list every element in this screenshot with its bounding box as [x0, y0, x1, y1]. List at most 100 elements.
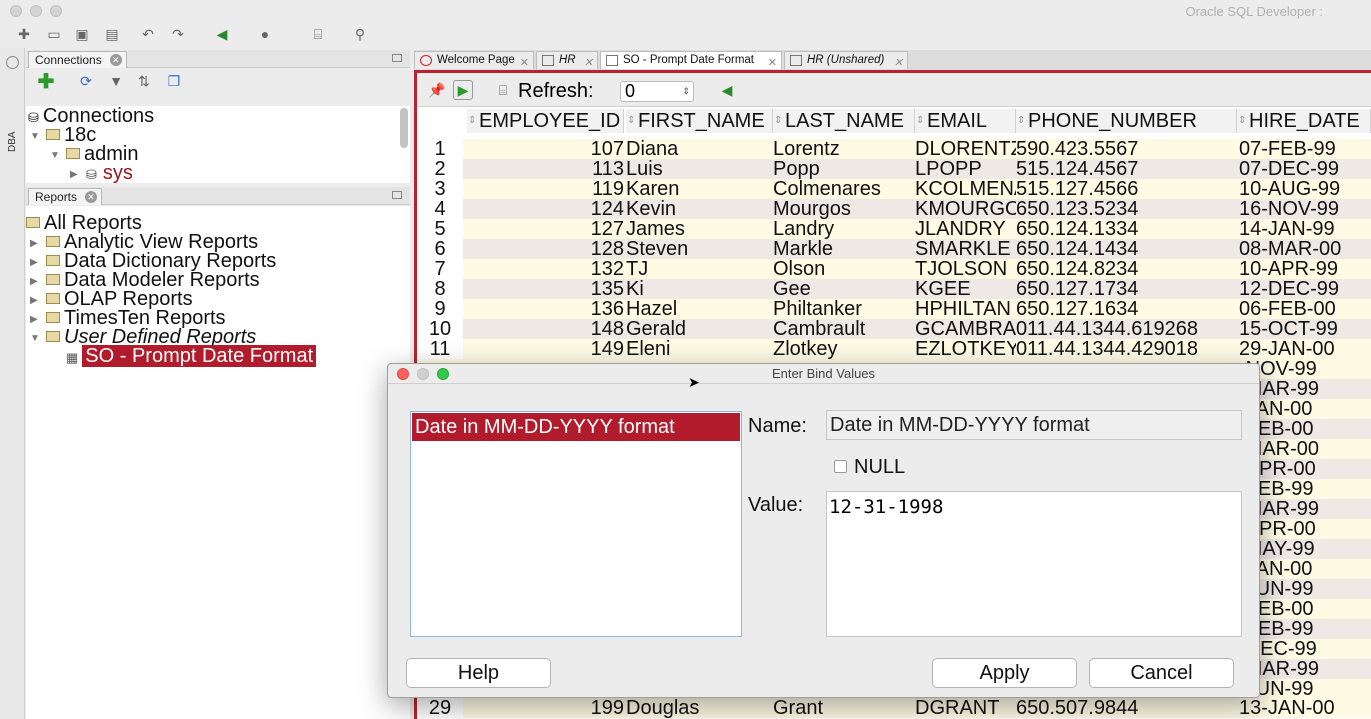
copy-icon[interactable]: ❐ — [164, 71, 184, 91]
minimize-window-button[interactable] — [30, 5, 42, 17]
chevron-right-icon[interactable]: ▶ — [30, 238, 38, 249]
chevron-right-icon[interactable]: ▶ — [30, 314, 38, 325]
chevron-down-icon[interactable]: ▼ — [30, 333, 40, 344]
forward-icon[interactable]: ● — [255, 24, 275, 44]
table-row[interactable]: 3 119Karen Colmenares KCOLMENA515.127.4566 1… — [417, 179, 1371, 199]
save-icon[interactable]: ▣ — [72, 24, 92, 44]
table-row[interactable]: 11 149 Eleni Zlotkey EZLOTKEY 011.44.1344.429… — [417, 339, 1371, 359]
navigate-icon[interactable]: ◀ — [717, 80, 737, 100]
minimize-panel-icon[interactable] — [392, 191, 402, 199]
table-cell: 149 — [590, 339, 624, 359]
column-header-hire-date[interactable]: HIRE_DATE — [1237, 109, 1371, 133]
close-window-button[interactable] — [10, 5, 22, 17]
cancel-button[interactable]: Cancel — [1089, 658, 1234, 688]
folder-icon — [46, 293, 60, 304]
enter-bind-values-dialog: Enter Bind Values Date in MM-DD-YYYY for… — [387, 363, 1260, 698]
chevron-right-icon[interactable]: ▶ — [70, 169, 78, 180]
table-cell: 515.124.4567 — [1016, 159, 1139, 179]
connections-tab[interactable]: Connections ✕ — [28, 51, 127, 68]
back-icon[interactable]: ◀ — [212, 24, 232, 44]
chevron-right-icon[interactable]: ▶ — [30, 257, 38, 268]
tab-hr-unshared[interactable]: HR (Unshared) ✕ — [784, 51, 908, 69]
close-icon[interactable]: ✕ — [768, 55, 777, 71]
null-checkbox[interactable] — [834, 460, 847, 473]
table-cell: EZLOTKEY — [915, 339, 1016, 359]
table-cell: Steven — [626, 239, 689, 259]
folder-icon — [66, 148, 80, 159]
refresh-interval-select[interactable]: 0 ⇕ — [620, 81, 694, 102]
table-row[interactable]: 10 148Gerald Cambrault GCAMBRAU011.44.1344.… — [417, 319, 1371, 339]
table-cell: DLORENTZ — [915, 139, 1016, 159]
tree-item-so-prompt-date-format[interactable]: ▦ SO - Prompt Date Format — [66, 345, 317, 367]
tab-welcome-page[interactable]: Welcome Page ✕ — [414, 51, 534, 69]
zoom-window-button[interactable] — [50, 5, 62, 17]
table-row[interactable]: 6 128 Steven Markle SMARKLE 650.124.1434 08-MA… — [417, 239, 1371, 259]
close-icon[interactable]: ✕ — [894, 55, 903, 71]
chevron-right-icon[interactable]: ▶ — [30, 276, 38, 287]
sql-worksheet-icon — [790, 55, 802, 66]
minimize-panel-icon[interactable] — [392, 54, 402, 62]
table-cell: 113 — [592, 159, 624, 179]
close-icon[interactable]: ✕ — [85, 191, 98, 203]
reports-tab[interactable]: Reports ✕ — [28, 188, 103, 205]
folder-icon — [46, 312, 60, 323]
add-connection-icon[interactable]: ✚ — [36, 71, 56, 93]
apply-button[interactable]: Apply — [932, 658, 1077, 688]
chevron-right-icon[interactable]: ▶ — [30, 295, 38, 306]
bind-variable-list[interactable]: Date in MM-DD-YYYY format — [410, 411, 742, 637]
close-icon[interactable]: ✕ — [109, 54, 122, 66]
close-icon[interactable]: ✕ — [584, 55, 593, 71]
oracle-icon — [420, 55, 432, 66]
table-cell: Philtanker — [773, 299, 862, 319]
close-icon[interactable]: ✕ — [520, 55, 529, 71]
tree-item-sys[interactable]: ⛁ sys — [86, 163, 133, 183]
redo-icon[interactable]: ↷ — [168, 24, 188, 44]
value-field[interactable]: 12-31-1998 — [826, 491, 1242, 637]
table-cell: Cambrault — [773, 319, 866, 339]
pin-icon[interactable]: 📌 — [427, 80, 447, 100]
row-number: 2 — [417, 159, 463, 179]
column-header-first-name[interactable]: FIRST_NAME — [626, 109, 773, 133]
column-header-email[interactable]: EMAIL — [915, 109, 1016, 133]
table-row[interactable]: 2 113 Luis Popp LPOPP 515.124.4567 07-DEC-99 — [417, 159, 1371, 179]
scrollbar-thumb[interactable] — [400, 108, 408, 148]
chevron-down-icon[interactable]: ▼ — [30, 131, 40, 142]
table-row[interactable]: 5 127 James Landry JLANDRY 650.124.1334 14-JAN… — [417, 219, 1371, 239]
table-cell: Hazel — [626, 299, 678, 319]
binoculars-icon[interactable]: ⚲ — [350, 24, 370, 44]
tab-hr[interactable]: HR ✕ — [536, 51, 598, 69]
schema-browser-icon[interactable]: ⇅ — [134, 71, 154, 91]
sql-worksheet-icon[interactable]: ⌸ — [308, 24, 328, 44]
sql-icon[interactable]: ⌸ — [493, 80, 513, 100]
table-row[interactable]: 9 136 Hazel Philtanker HPHILTAN 650.127.1634 0… — [417, 299, 1371, 319]
column-header-last-name[interactable]: LAST_NAME — [773, 109, 915, 133]
refresh-icon[interactable]: ⟳ — [76, 71, 96, 91]
run-icon[interactable]: ▶ — [453, 80, 473, 100]
dba-icon[interactable] — [6, 56, 19, 69]
tab-so-prompt-date-format[interactable]: SO - Prompt Date Format ✕ — [600, 51, 782, 69]
bind-variable-item[interactable]: Date in MM-DD-YYYY format — [412, 413, 740, 441]
table-cell: 14-JAN-99 — [1239, 219, 1335, 239]
dialog-minimize-button[interactable] — [417, 368, 429, 380]
dialog-close-button[interactable] — [397, 368, 409, 380]
dialog-zoom-button[interactable] — [437, 368, 449, 380]
chevron-down-icon[interactable]: ▼ — [50, 150, 60, 161]
table-row[interactable]: 7 132 TJ Olson TJOLSON 650.124.8234 10-APR-99 — [417, 259, 1371, 279]
help-button[interactable]: Help — [406, 658, 551, 688]
save-all-icon[interactable]: ▤ — [102, 24, 122, 44]
table-row[interactable]: 1 107 Diana Lorentz DLORENTZ 590.423.5567 07-F… — [417, 139, 1371, 159]
column-header-employee-id[interactable]: EMPLOYEE_ID — [467, 109, 624, 133]
dba-side-strip: DBA — [0, 48, 25, 719]
reports-tree: All Reports ▶ Analytic View Reports ▶ Da… — [26, 206, 410, 719]
table-cell: 590.423.5567 — [1016, 139, 1139, 159]
open-folder-icon[interactable]: ▭ — [44, 24, 64, 44]
table-row[interactable]: 4 124Kevin Mourgos KMOURGOS650.123.5234 16-N… — [417, 199, 1371, 219]
column-header-phone-number[interactable]: PHONE_NUMBER — [1016, 109, 1237, 133]
report-icon: ▦ — [66, 350, 79, 365]
undo-icon[interactable]: ↶ — [138, 24, 158, 44]
dba-label[interactable]: DBA — [7, 131, 18, 152]
new-file-icon[interactable]: ✚ — [14, 24, 34, 44]
table-row[interactable]: 8 135 Ki Gee KGEE 650.127.1734 12-DEC-99 — [417, 279, 1371, 299]
table-row[interactable]: 29 199 Douglas Grant DGRANT 650.507.9844… — [417, 698, 1371, 718]
filter-icon[interactable]: ▼ — [106, 71, 126, 91]
